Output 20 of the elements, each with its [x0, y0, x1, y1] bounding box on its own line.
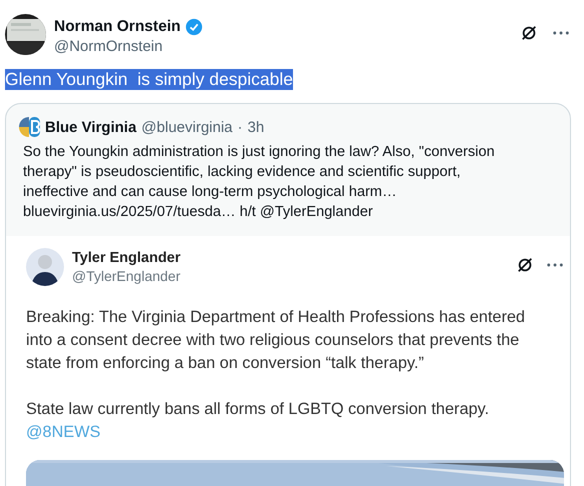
separator-dot: · [238, 118, 243, 136]
screenshot-text: State law currently bans all forms of LGBTQ conversion therapy. [26, 399, 490, 420]
author-handle[interactable]: @NormOrnstein [54, 38, 512, 55]
quote-text: So the Youngkin administration is just ignoring the law? Also, "conversion therapy" is pseudoscientific, lacking evidence and scientific support, ineffective and can cause long-term psychological harm… bluevirginia.us/2025/07/tuesda… h/t @TylerEnglander [22, 143, 496, 222]
more-icon[interactable] [552, 30, 570, 36]
quote-author-name[interactable]: Blue Virginia [45, 118, 136, 136]
screenshot-author-handle: @TylerEnglander [72, 268, 182, 284]
logo-icon [18, 116, 40, 138]
quote-author-handle[interactable]: @bluevirginia [141, 118, 233, 136]
more-icon[interactable] [546, 262, 564, 268]
slashed-circle-icon[interactable] [520, 24, 538, 42]
timestamp[interactable]: 3h [248, 118, 264, 136]
screenshot-author-name: Tyler Englander [72, 250, 182, 266]
slashed-circle-icon[interactable] [516, 256, 534, 274]
author-name[interactable]: Norman Ornstein [54, 18, 181, 36]
tweet-text: Glenn Youngkin is simply despicable [5, 69, 293, 90]
screenshot-text: Breaking: The Virginia Department of Health Professions has entered into a consent decree with two religious counselors that prevents the state from enforcing a ban on conversion “talk therapy.” [26, 307, 526, 374]
avatar-icon [26, 248, 64, 286]
mention-link: @8NEWS [26, 422, 102, 443]
quote-card[interactable] [5, 103, 571, 486]
